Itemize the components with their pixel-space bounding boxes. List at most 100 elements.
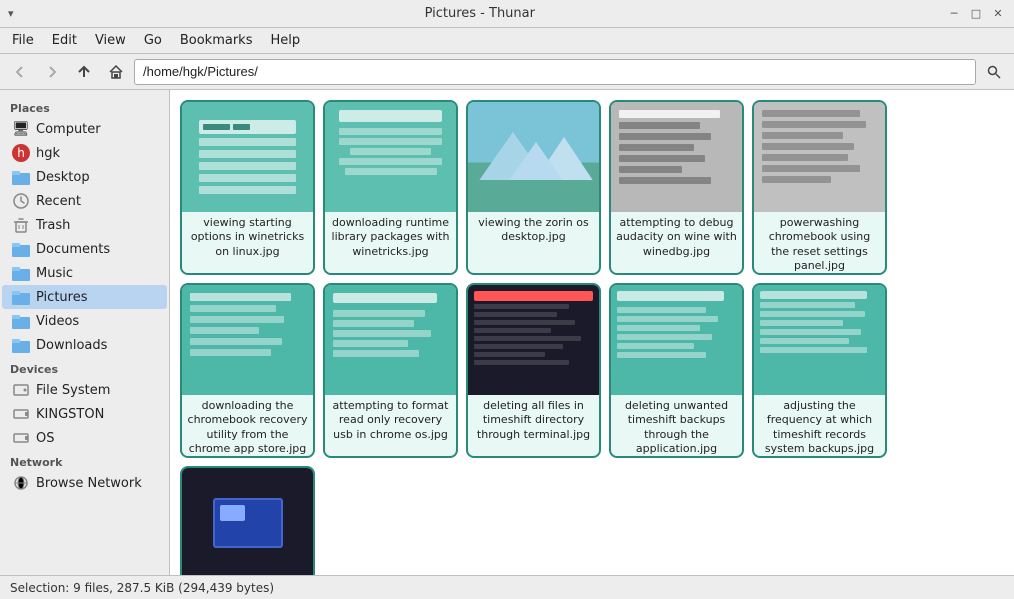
menu-item-help[interactable]: Help bbox=[262, 31, 308, 50]
file-item[interactable]: adjusting the frequency at which timeshi… bbox=[752, 283, 887, 458]
file-item[interactable]: attempting to debug audacity on wine wit… bbox=[609, 100, 744, 275]
file-item[interactable]: deleting all files in timeshift director… bbox=[466, 283, 601, 458]
sidebar-item-os[interactable]: OS bbox=[2, 426, 167, 450]
sidebar-label-trash: Trash bbox=[36, 218, 70, 233]
menu-item-file[interactable]: File bbox=[4, 31, 42, 50]
menu-item-edit[interactable]: Edit bbox=[44, 31, 85, 50]
file-item[interactable]: powerwashing chromebook using the reset … bbox=[752, 100, 887, 275]
sidebar-label-documents: Documents bbox=[36, 242, 110, 257]
sidebar-item-kingston[interactable]: KINGSTON bbox=[2, 402, 167, 426]
window-title: Pictures - Thunar bbox=[14, 6, 946, 21]
address-bar-container bbox=[134, 59, 976, 85]
network-icon bbox=[12, 474, 30, 492]
toolbar bbox=[0, 54, 1014, 90]
downloads-folder-icon bbox=[12, 336, 30, 354]
file-thumbnail bbox=[611, 285, 742, 395]
file-label: adjusting the frequency at which timeshi… bbox=[754, 395, 885, 458]
recent-icon bbox=[12, 192, 30, 210]
sidebar-item-trash[interactable]: Trash bbox=[2, 213, 167, 237]
file-thumbnail bbox=[182, 468, 313, 575]
kingston-icon bbox=[12, 405, 30, 423]
minimize-button[interactable]: ─ bbox=[946, 6, 962, 22]
file-item[interactable]: viewing starting options in winetricks o… bbox=[180, 100, 315, 275]
sidebar-item-downloads[interactable]: Downloads bbox=[2, 333, 167, 357]
menu-item-bookmarks[interactable]: Bookmarks bbox=[172, 31, 261, 50]
documents-folder-icon bbox=[12, 240, 30, 258]
main-area: Places 🖥 Computer h hgk Desktop Recent T… bbox=[0, 90, 1014, 575]
file-label: powerwashing chromebook using the reset … bbox=[754, 212, 885, 275]
places-section-title: Places bbox=[0, 96, 169, 117]
file-thumbnail bbox=[611, 102, 742, 212]
sidebar-label-hgk: hgk bbox=[36, 146, 60, 161]
file-label: downloading runtime library packages wit… bbox=[325, 212, 456, 263]
sidebar-label-desktop: Desktop bbox=[36, 170, 90, 185]
maximize-button[interactable]: □ bbox=[968, 6, 984, 22]
file-label: deleting all files in timeshift director… bbox=[468, 395, 599, 446]
file-label: attempting to format read only recovery … bbox=[325, 395, 456, 446]
desktop-folder-icon bbox=[12, 168, 30, 186]
sidebar-item-filesystem[interactable]: File System bbox=[2, 378, 167, 402]
file-label: viewing starting options in winetricks o… bbox=[182, 212, 313, 263]
address-input[interactable] bbox=[134, 59, 976, 85]
hgk-icon: h bbox=[12, 144, 30, 162]
music-folder-icon bbox=[12, 264, 30, 282]
sidebar-label-recent: Recent bbox=[36, 194, 81, 209]
title-bar-controls: ─ □ ✕ bbox=[946, 6, 1006, 22]
file-item[interactable]: downloading runtime library packages wit… bbox=[323, 100, 458, 275]
sidebar-label-browsenetwork: Browse Network bbox=[36, 476, 142, 491]
file-item[interactable]: deleting unwanted timeshift backups thro… bbox=[609, 283, 744, 458]
sidebar-item-documents[interactable]: Documents bbox=[2, 237, 167, 261]
home-button[interactable] bbox=[102, 58, 130, 86]
sidebar-item-desktop[interactable]: Desktop bbox=[2, 165, 167, 189]
status-text: Selection: 9 files, 287.5 KiB (294,439 b… bbox=[10, 581, 274, 595]
sidebar-label-computer: Computer bbox=[36, 122, 101, 137]
close-button[interactable]: ✕ bbox=[990, 6, 1006, 22]
sidebar-item-browsenetwork[interactable]: Browse Network bbox=[2, 471, 167, 495]
up-button[interactable] bbox=[70, 58, 98, 86]
file-item[interactable]: downloading the chromebook recovery util… bbox=[180, 283, 315, 458]
sidebar-label-os: OS bbox=[36, 431, 54, 446]
file-thumbnail bbox=[754, 102, 885, 212]
menu-bar: FileEditViewGoBookmarksHelp bbox=[0, 28, 1014, 54]
sidebar-label-downloads: Downloads bbox=[36, 338, 107, 353]
file-item[interactable]: viewing the zorin os desktop.jpg bbox=[466, 100, 601, 275]
trash-icon bbox=[12, 216, 30, 234]
file-thumbnail bbox=[468, 102, 599, 212]
menu-item-view[interactable]: View bbox=[87, 31, 134, 50]
search-button[interactable] bbox=[980, 58, 1008, 86]
sidebar-item-music[interactable]: Music bbox=[2, 261, 167, 285]
back-button[interactable] bbox=[6, 58, 34, 86]
menu-item-go[interactable]: Go bbox=[136, 31, 170, 50]
sidebar-item-recent[interactable]: Recent bbox=[2, 189, 167, 213]
videos-folder-icon bbox=[12, 312, 30, 330]
sidebar-label-videos: Videos bbox=[36, 314, 79, 329]
file-label: deleting unwanted timeshift backups thro… bbox=[611, 395, 742, 458]
file-item[interactable]: adjusting processor fan speed settings w… bbox=[180, 466, 315, 575]
pictures-folder-icon bbox=[12, 288, 30, 306]
sidebar-label-pictures: Pictures bbox=[36, 290, 87, 305]
file-label: viewing the zorin os desktop.jpg bbox=[468, 212, 599, 249]
filesystem-icon bbox=[12, 381, 30, 399]
sidebar-label-kingston: KINGSTON bbox=[36, 407, 104, 422]
sidebar-item-videos[interactable]: Videos bbox=[2, 309, 167, 333]
title-bar: ▾ Pictures - Thunar ─ □ ✕ bbox=[0, 0, 1014, 28]
file-thumbnail bbox=[325, 102, 456, 212]
os-icon bbox=[12, 429, 30, 447]
file-area: viewing starting options in winetricks o… bbox=[170, 90, 1014, 575]
sidebar-label-music: Music bbox=[36, 266, 73, 281]
sidebar: Places 🖥 Computer h hgk Desktop Recent T… bbox=[0, 90, 170, 575]
file-thumbnail bbox=[182, 102, 313, 212]
computer-icon: 🖥 bbox=[12, 120, 30, 138]
sidebar-item-pictures[interactable]: Pictures bbox=[2, 285, 167, 309]
file-thumbnail bbox=[182, 285, 313, 395]
file-thumbnail bbox=[325, 285, 456, 395]
forward-button[interactable] bbox=[38, 58, 66, 86]
file-label: attempting to debug audacity on wine wit… bbox=[611, 212, 742, 263]
sidebar-item-computer[interactable]: 🖥 Computer bbox=[2, 117, 167, 141]
sidebar-item-hgk[interactable]: h hgk bbox=[2, 141, 167, 165]
file-thumbnail bbox=[754, 285, 885, 395]
file-label: downloading the chromebook recovery util… bbox=[182, 395, 313, 458]
sidebar-label-filesystem: File System bbox=[36, 383, 110, 398]
devices-section-title: Devices bbox=[0, 357, 169, 378]
file-item[interactable]: attempting to format read only recovery … bbox=[323, 283, 458, 458]
